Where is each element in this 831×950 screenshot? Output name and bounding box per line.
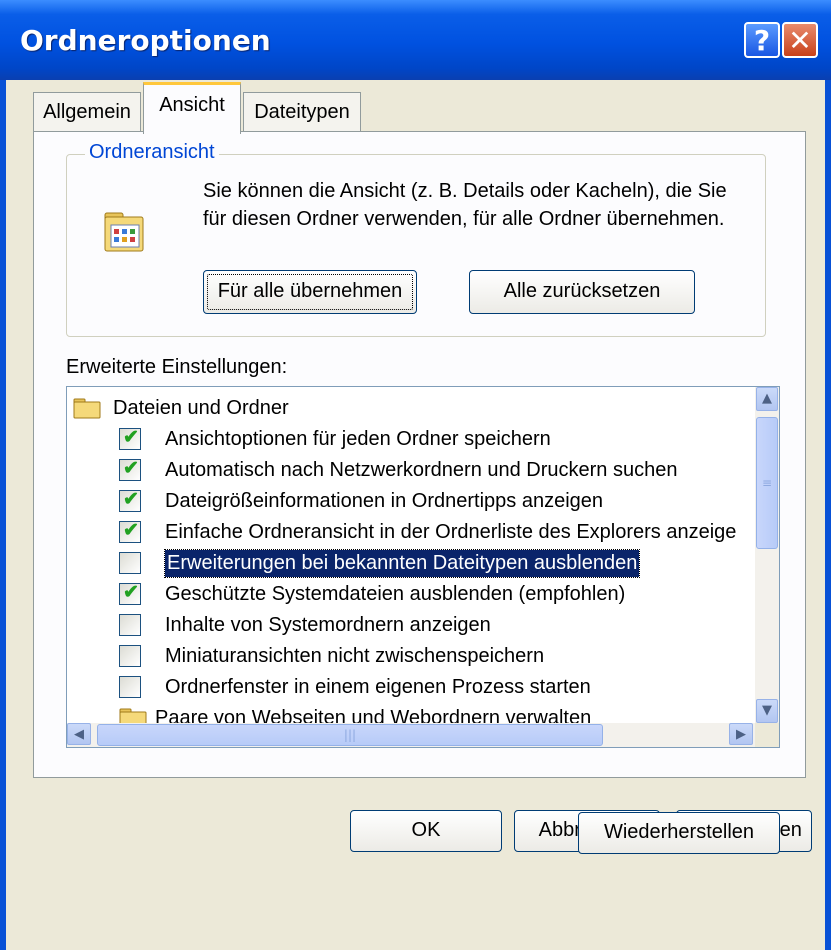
checkmark-icon: ✔ [123,427,139,448]
list-item[interactable]: Inhalte von Systemordnern anzeigen [119,610,749,641]
list-item-label: Geschützte Systemdateien ausblenden (emp… [165,583,626,605]
checkmark-icon: ✔ [123,489,139,510]
horizontal-scrollbar[interactable]: ◀ ||| ▶ [67,723,755,747]
list-item[interactable]: Ordnerfenster in einem eigenen Prozess s… [119,672,749,703]
advanced-settings-list[interactable]: Dateien und Ordner ✔ Ansichtoptionen für… [66,386,780,748]
checkbox[interactable] [119,552,141,574]
reset-all-folders-button[interactable]: Alle zurücksetzen [469,270,695,314]
list-item-label: Einfache Ordneransicht in der Ordnerlist… [165,521,737,543]
list-item-label: Miniaturansichten nicht zwischenspeicher… [165,645,545,667]
checkbox[interactable]: ✔ [119,582,141,605]
list-item-label: Ordnerfenster in einem eigenen Prozess s… [165,676,591,698]
folder-view-icon [104,212,144,252]
tab-panel-ansicht: Ordneransicht Sie können die Ansicht (z.… [33,131,806,854]
scroll-left-button[interactable]: ◀ [67,723,91,745]
tab-ansicht[interactable]: Ansicht [143,82,241,134]
list-item-label: Erweiterungen bei bekannten Dateitypen a… [163,549,641,578]
ok-button[interactable]: OK [350,810,502,852]
scrollbar-corner [755,723,779,747]
window-border-right [825,80,831,950]
window-title: Ordneroptionen [20,24,271,57]
tab-dateitypen[interactable]: Dateitypen [243,92,361,132]
checkmark-icon: ✔ [123,458,139,479]
focus-rectangle [207,274,413,310]
window-border-left [0,80,6,950]
folder-view-description: Sie können die Ansicht (z. B. Details od… [203,180,727,230]
list-item-selected[interactable]: Erweiterungen bei bekannten Dateitypen a… [119,548,749,579]
list-item[interactable]: Miniaturansichten nicht zwischenspeicher… [119,641,749,672]
apply-to-all-folders-button[interactable]: Für alle übernehmen [203,270,417,314]
folder-icon [73,398,101,419]
chevron-down-icon: ▼ [762,703,772,718]
checkbox[interactable]: ✔ [119,520,141,543]
help-button[interactable]: ? [744,22,780,58]
list-item[interactable]: ✔ Dateigrößeinformationen in Ordnertipps… [119,486,749,517]
vertical-scroll-thumb[interactable]: ≡ [756,417,778,549]
list-item[interactable]: ✔ Ansichtoptionen für jeden Ordner speic… [119,424,749,455]
advanced-settings-label: Erweiterte Einstellungen: [66,356,288,378]
tab-allgemein[interactable]: Allgemein [33,92,141,132]
scroll-down-button[interactable]: ▼ [756,699,778,723]
folder-view-group: Ordneransicht Sie können die Ansicht (z.… [66,141,766,337]
grip-icon: ||| [343,728,357,742]
title-bar[interactable]: Ordneroptionen ? ✕ [0,0,831,80]
chevron-up-icon: ▲ [762,391,772,406]
list-item-label: Inhalte von Systemordnern anzeigen [165,614,491,636]
checkmark-icon: ✔ [123,520,139,541]
list-item-label: Dateigrößeinformationen in Ordnertipps a… [165,490,604,512]
folder-view-legend: Ordneransicht [85,141,219,164]
checkmark-icon: ✔ [123,582,139,603]
checkbox[interactable]: ✔ [119,489,141,512]
list-category-files-folders[interactable]: Dateien und Ordner [73,393,733,424]
list-item[interactable]: ✔ Automatisch nach Netzwerkordnern und D… [119,455,749,486]
list-item[interactable]: ✔ Geschützte Systemdateien ausblenden (e… [119,579,749,610]
checkbox[interactable]: ✔ [119,458,141,481]
close-button[interactable]: ✕ [782,22,818,58]
grip-icon: ≡ [761,476,773,490]
scroll-right-button[interactable]: ▶ [729,723,753,745]
scroll-up-button[interactable]: ▲ [756,387,778,411]
list-item[interactable]: ✔ Einfache Ordneransicht in der Ordnerli… [119,517,749,548]
checkbox[interactable] [119,676,141,698]
vertical-scrollbar[interactable]: ▲ ≡ ▼ [755,387,779,723]
checkbox[interactable] [119,645,141,667]
list-item-label: Automatisch nach Netzwerkordnern und Dru… [165,459,678,481]
restore-defaults-button[interactable]: Wiederherstellen [578,812,780,854]
list-item-label: Ansichtoptionen für jeden Ordner speiche… [165,428,551,450]
folder-options-dialog: Ordneroptionen ? ✕ Allgemein Ansicht Dat… [0,0,831,950]
chevron-right-icon: ▶ [736,727,746,742]
chevron-left-icon: ◀ [74,727,84,742]
horizontal-scroll-thumb[interactable]: ||| [97,724,603,746]
checkbox[interactable] [119,614,141,636]
checkbox[interactable]: ✔ [119,427,141,450]
list-item-label: Dateien und Ordner [113,397,289,419]
